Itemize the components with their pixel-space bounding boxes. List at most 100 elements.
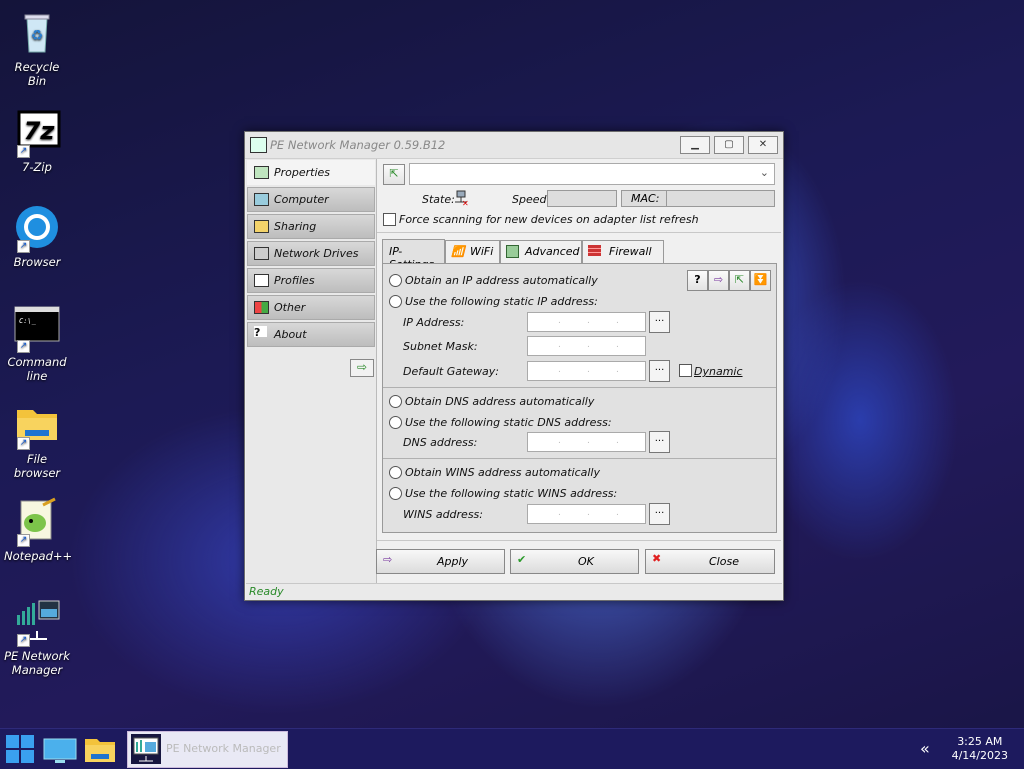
question-icon: ? xyxy=(254,326,267,339)
wins-browse-button[interactable]: ... xyxy=(649,503,670,525)
folder-icon: ↗ xyxy=(13,400,61,450)
firewall-icon xyxy=(588,245,601,256)
wins-address-input[interactable]: ... xyxy=(527,504,646,524)
dns-browse-button[interactable]: ... xyxy=(649,431,670,453)
help-button[interactable]: ? xyxy=(687,270,708,291)
close-window-button[interactable]: ✕ xyxy=(748,136,778,154)
default-gateway-input[interactable]: ... xyxy=(527,361,646,381)
subnet-mask-input[interactable]: ... xyxy=(527,336,646,356)
apply-button[interactable]: ⇨ Apply xyxy=(376,549,505,574)
auto-dns-radio[interactable] xyxy=(389,395,402,408)
desktop-icon-browser[interactable]: ↗ Browser xyxy=(4,203,70,269)
dns-address-input[interactable]: ... xyxy=(527,432,646,452)
dynamic-gateway-checkbox[interactable] xyxy=(679,364,692,377)
tab-ip-settings[interactable]: IP-Settings xyxy=(382,239,445,271)
network-card-icon xyxy=(254,166,269,179)
properties-panel: ⇱ ⌄ State: ✕ Speed: MAC: Force scanning … xyxy=(377,159,781,584)
speed-label: Speed: xyxy=(512,193,551,206)
close-icon: ✕ xyxy=(758,139,768,150)
folder-icon xyxy=(85,739,115,762)
notepad-plus-icon: ↗ xyxy=(13,497,61,547)
arrow-right-icon: ⇨ xyxy=(713,273,724,286)
sidebar-item-network-drives[interactable]: Network Drives xyxy=(247,241,375,266)
network-manager-icon xyxy=(131,734,161,764)
checkmark-icon: ✔ xyxy=(517,553,527,566)
minimize-icon: ▁ xyxy=(691,139,699,150)
advanced-network-icon xyxy=(506,245,519,258)
minimize-button[interactable]: ▁ xyxy=(680,136,710,154)
terminal-icon: C:\_ ↗ xyxy=(13,303,61,353)
svg-text:♻: ♻ xyxy=(31,28,44,44)
desktop-icon-command-line[interactable]: C:\_ ↗ Command line xyxy=(4,303,70,383)
arrow-right-icon: ⇨ xyxy=(356,360,368,374)
shortcut-arrow-icon: ↗ xyxy=(17,145,30,158)
wifi-icon: 📶 xyxy=(451,245,465,258)
desktop-icon-label: Command line xyxy=(7,355,67,383)
double-chevron-left-icon: « xyxy=(920,739,930,758)
export-button[interactable]: ⇱ xyxy=(729,270,750,291)
chevron-down-icon: ⌄ xyxy=(759,166,769,179)
title-bar[interactable]: PE Network Manager 0.59.B12 ▁ ▢ ✕ xyxy=(245,132,783,159)
export-arrow-icon: ⇱ xyxy=(389,167,399,180)
clock-time: 3:25 AM xyxy=(957,735,1003,748)
desktop-icon-label: 7-Zip xyxy=(22,160,52,174)
static-dns-radio[interactable] xyxy=(389,416,402,429)
export-arrow-icon: ⇱ xyxy=(734,273,745,286)
sidebar-item-sharing[interactable]: Sharing xyxy=(247,214,375,239)
desktop-icon-label: Notepad++ xyxy=(4,549,73,563)
network-manager-icon: ↗ xyxy=(13,597,61,647)
status-bar: Ready xyxy=(246,583,782,600)
sidebar-item-about[interactable]: ? About xyxy=(247,322,375,347)
taskbar-app-pe-network-manager[interactable]: PE Network Manager xyxy=(127,731,288,768)
state-label: State: xyxy=(422,193,455,206)
maximize-button[interactable]: ▢ xyxy=(714,136,744,154)
sidebar-item-other[interactable]: Other xyxy=(247,295,375,320)
close-x-icon: ✖ xyxy=(652,552,662,565)
ip-settings-panel: Obtain an IP address automatically ? ⇨ ⇱… xyxy=(382,263,777,533)
taskbar: PE Network Manager « 3:25 AM 4/14/2023 xyxy=(0,728,1024,769)
desktop-icon-pe-network-manager[interactable]: ↗ PE Network Manager xyxy=(4,597,70,677)
auto-ip-radio[interactable] xyxy=(389,274,402,287)
shortcut-arrow-icon: ↗ xyxy=(17,240,30,253)
ip-address-input[interactable]: ... xyxy=(527,312,646,332)
desktop-icon-notepad[interactable]: ↗ Notepad++ xyxy=(4,497,73,563)
other-grid-icon xyxy=(254,301,269,314)
gateway-browse-button[interactable]: ... xyxy=(649,360,670,382)
pe-network-manager-window: PE Network Manager 0.59.B12 ▁ ▢ ✕ Proper… xyxy=(244,131,784,601)
system-clock[interactable]: 3:25 AM 4/14/2023 xyxy=(952,735,1008,763)
refresh-adapters-button[interactable]: ⇱ xyxy=(383,164,405,185)
auto-wins-radio[interactable] xyxy=(389,466,402,479)
network-drive-icon xyxy=(254,247,269,260)
shortcut-arrow-icon: ↗ xyxy=(17,340,30,353)
desktop-button[interactable] xyxy=(43,733,77,765)
force-scan-checkbox[interactable] xyxy=(383,213,396,226)
desktop-icon-label: Browser xyxy=(13,255,61,269)
desktop-icon-recycle-bin[interactable]: ♻ Recycle Bin xyxy=(4,8,70,88)
static-wins-radio[interactable] xyxy=(389,487,402,500)
shortcut-arrow-icon: ↗ xyxy=(17,437,30,450)
ok-button[interactable]: ✔ OK xyxy=(510,549,639,574)
file-explorer-button[interactable] xyxy=(83,733,117,765)
recycle-bin-icon: ♻ xyxy=(13,8,61,56)
expand-button[interactable]: ⏬ xyxy=(750,270,771,291)
start-button[interactable] xyxy=(4,733,36,765)
sidebar-expand-button[interactable]: ⇨ xyxy=(350,359,374,377)
force-scan-label: Force scanning for new devices on adapte… xyxy=(399,213,699,226)
sidebar-item-computer[interactable]: Computer xyxy=(247,187,375,212)
show-hidden-icons-button[interactable]: « xyxy=(920,739,930,758)
ip-address-browse-button[interactable]: ... xyxy=(649,311,670,333)
browser-icon: ↗ xyxy=(13,203,61,253)
tab-firewall[interactable]: Firewall xyxy=(582,240,664,263)
tab-advanced[interactable]: Advanced xyxy=(500,240,582,263)
close-button[interactable]: ✖ Close xyxy=(645,549,775,574)
adapter-select[interactable]: ⌄ xyxy=(409,163,775,185)
svg-text:7z: 7z xyxy=(24,117,56,145)
sidebar-item-profiles[interactable]: Profiles xyxy=(247,268,375,293)
desktop-icon-file-browser[interactable]: ↗ File browser xyxy=(4,400,70,480)
tab-wifi[interactable]: 📶 WiFi xyxy=(445,240,500,263)
static-ip-radio[interactable] xyxy=(389,295,402,308)
sidebar-item-properties[interactable]: Properties xyxy=(247,160,375,185)
clock-date: 4/14/2023 xyxy=(951,749,1008,762)
apply-arrow-button[interactable]: ⇨ xyxy=(708,270,729,291)
desktop-icon-7zip[interactable]: 7z ↗ 7-Zip xyxy=(4,108,70,174)
